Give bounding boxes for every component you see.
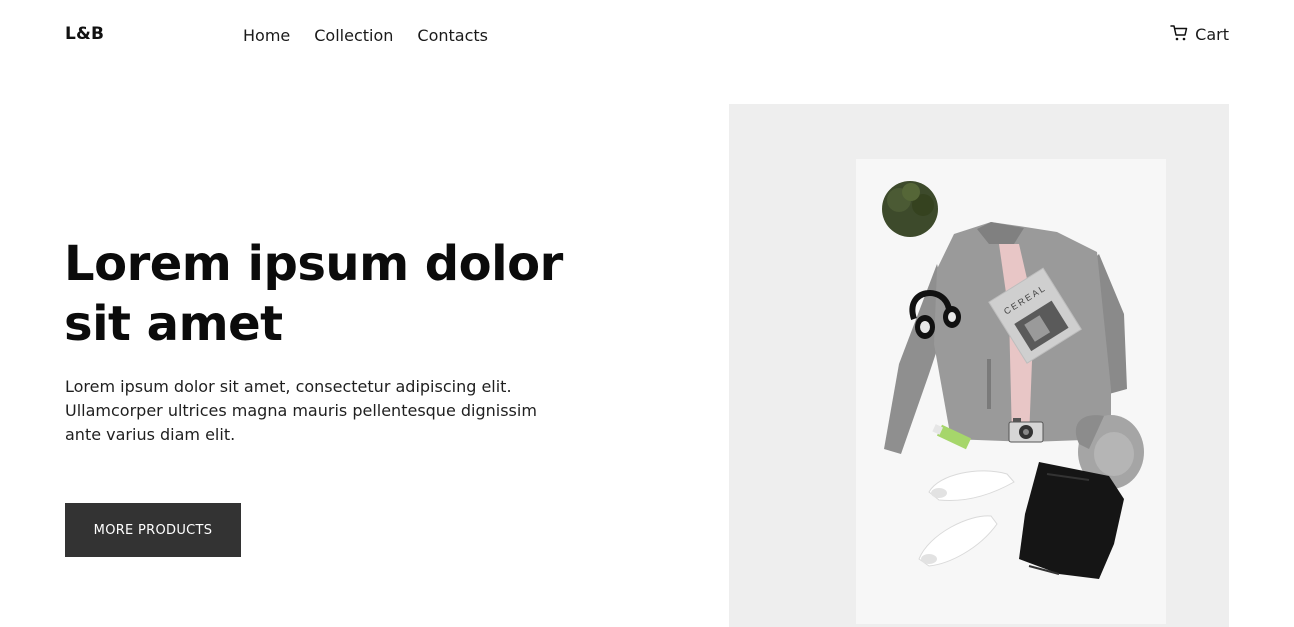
more-products-button[interactable]: MORE PRODUCTS <box>65 503 241 557</box>
nav-collection-link[interactable]: Collection <box>314 26 393 45</box>
nav-home-link[interactable]: Home <box>243 26 290 45</box>
main-nav: Home Collection Contacts <box>243 26 488 45</box>
brand-logo[interactable]: L&B <box>65 24 104 44</box>
page: L&B Home Collection Contacts Cart Lorem … <box>0 0 1294 627</box>
hero-title: Lorem ipsum dolor sit amet <box>64 236 563 352</box>
flat-lay-illustration: CEREAL <box>856 159 1166 624</box>
hero-description: Lorem ipsum dolor sit amet, consectetur … <box>65 377 537 444</box>
cart-button[interactable]: Cart <box>1170 24 1229 44</box>
camera-icon <box>1008 418 1044 443</box>
plant-icon <box>882 181 938 237</box>
hero-product-image: CEREAL <box>729 104 1229 627</box>
cart-icon <box>1170 25 1188 41</box>
cart-label: Cart <box>1195 25 1229 44</box>
nav-contacts-link[interactable]: Contacts <box>417 26 488 45</box>
